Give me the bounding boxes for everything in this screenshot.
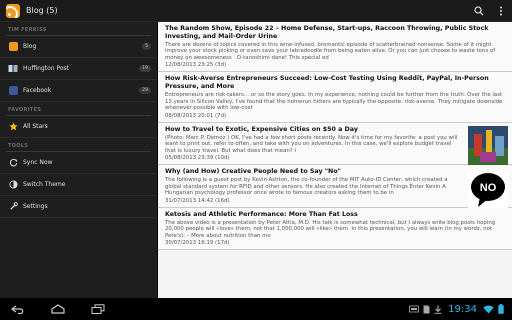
overflow-menu-icon [500,6,502,15]
article-summary: The following is a guest post by Kevin A… [165,177,448,197]
sidebar-item-label: Switch Theme [23,181,66,188]
sidebar-item-all-stars[interactable]: All Stars [0,116,157,138]
recent-apps-icon [91,304,105,314]
tools-header: TOOLS [6,138,151,152]
facebook-icon [8,86,18,95]
home-button[interactable] [44,298,72,320]
back-icon [11,305,24,314]
article-item[interactable]: How Risk-Averse Entrepreneurs Succeed: L… [158,72,512,123]
download-icon [434,305,442,314]
article-thumbnail [468,125,508,166]
sidebar-item-label: Blog [23,43,37,50]
sd-card-icon [423,305,430,314]
article-item[interactable]: The Random Show, Episode 22 – Home Defen… [158,22,512,73]
sidebar: TIM FERRISS Blog 5 Huffington Post 19 Fa… [0,22,157,298]
article-date: 05/08/2013 23:39 (10d) [165,155,230,162]
article-title: Ketosis and Athletic Performance: More T… [165,210,358,218]
unread-count-badge: 29 [139,87,151,94]
article-title: How Risk-Averse Entrepreneurs Succeed: L… [165,75,489,91]
storage-icon [409,305,420,313]
sidebar-item-settings[interactable]: Settings [0,196,157,218]
article-date: 31/07/2013 14:42 (16d) [165,197,230,204]
article-summary: There are dozens of topics covered in th… [165,41,496,61]
book-icon [8,65,18,72]
article-item[interactable]: Why (and How) Creative People Need to Sa… [158,165,512,210]
search-icon [474,5,484,15]
sidebar-item-blog[interactable]: Blog 5 [0,36,157,58]
no-speech-bubble-thumbnail: NO [468,169,508,210]
recent-apps-button[interactable] [84,298,112,320]
search-button[interactable] [468,0,490,22]
sidebar-item-facebook[interactable]: Facebook 29 [0,80,157,102]
sidebar-item-label: All Stars [23,123,48,130]
sidebar-item-huffington-post[interactable]: Huffington Post 19 [0,58,157,80]
star-icon [8,122,18,131]
sync-icon [9,158,17,167]
article-date: 08/08/2013 20:01 (7d) [165,112,227,119]
battery-icon [498,304,504,314]
no-thumbnail-text: NO [480,182,497,194]
article-title: How to Travel to Exotic, Expensive Citie… [165,125,358,133]
article-summary: (Photo: Marc P. Demoz ) OK, I've had a f… [165,134,458,154]
home-icon [51,304,65,314]
article-summary: Entrepreneurs are risk-takers… or so the… [165,91,503,112]
account-header: TIM FERRISS [6,22,151,36]
page-title: Blog (5) [26,6,58,15]
unread-count-badge: 19 [139,65,151,72]
article-item[interactable]: How to Travel to Exotic, Expensive Citie… [158,122,512,166]
article-item[interactable]: Ketosis and Athletic Performance: More T… [158,207,512,251]
system-bar: 19:34 [0,298,512,320]
sidebar-item-label: Settings [23,203,48,210]
favorites-header: FAVORITES [6,102,151,116]
sidebar-item-label: Huffington Post [23,65,70,72]
article-summary: The above video is a presentation by Pet… [165,219,496,239]
clock: 19:34 [448,303,477,315]
article-date: 12/08/2013 23:25 (3d) [165,62,227,69]
back-button[interactable] [4,298,32,320]
article-list: The Random Show, Episode 22 – Home Defen… [157,22,512,298]
overflow-menu-button[interactable] [490,0,512,22]
article-title: The Random Show, Episode 22 – Home Defen… [165,25,489,40]
article-title: Why (and How) Creative People Need to Sa… [165,168,341,176]
sidebar-item-sync-now[interactable]: Sync Now [0,152,157,174]
rss-icon [8,42,18,51]
wrench-icon [9,202,18,210]
rss-app-icon[interactable] [6,3,20,18]
article-date: 30/07/2013 16:19 (17d) [165,240,230,247]
sidebar-item-label: Facebook [23,87,52,94]
unread-count-badge: 5 [142,43,151,50]
theme-icon [8,180,18,189]
wifi-icon [483,305,494,314]
sidebar-item-label: Sync Now [23,159,53,166]
action-bar: Blog (5) [0,0,512,22]
sidebar-item-switch-theme[interactable]: Switch Theme [0,174,157,196]
